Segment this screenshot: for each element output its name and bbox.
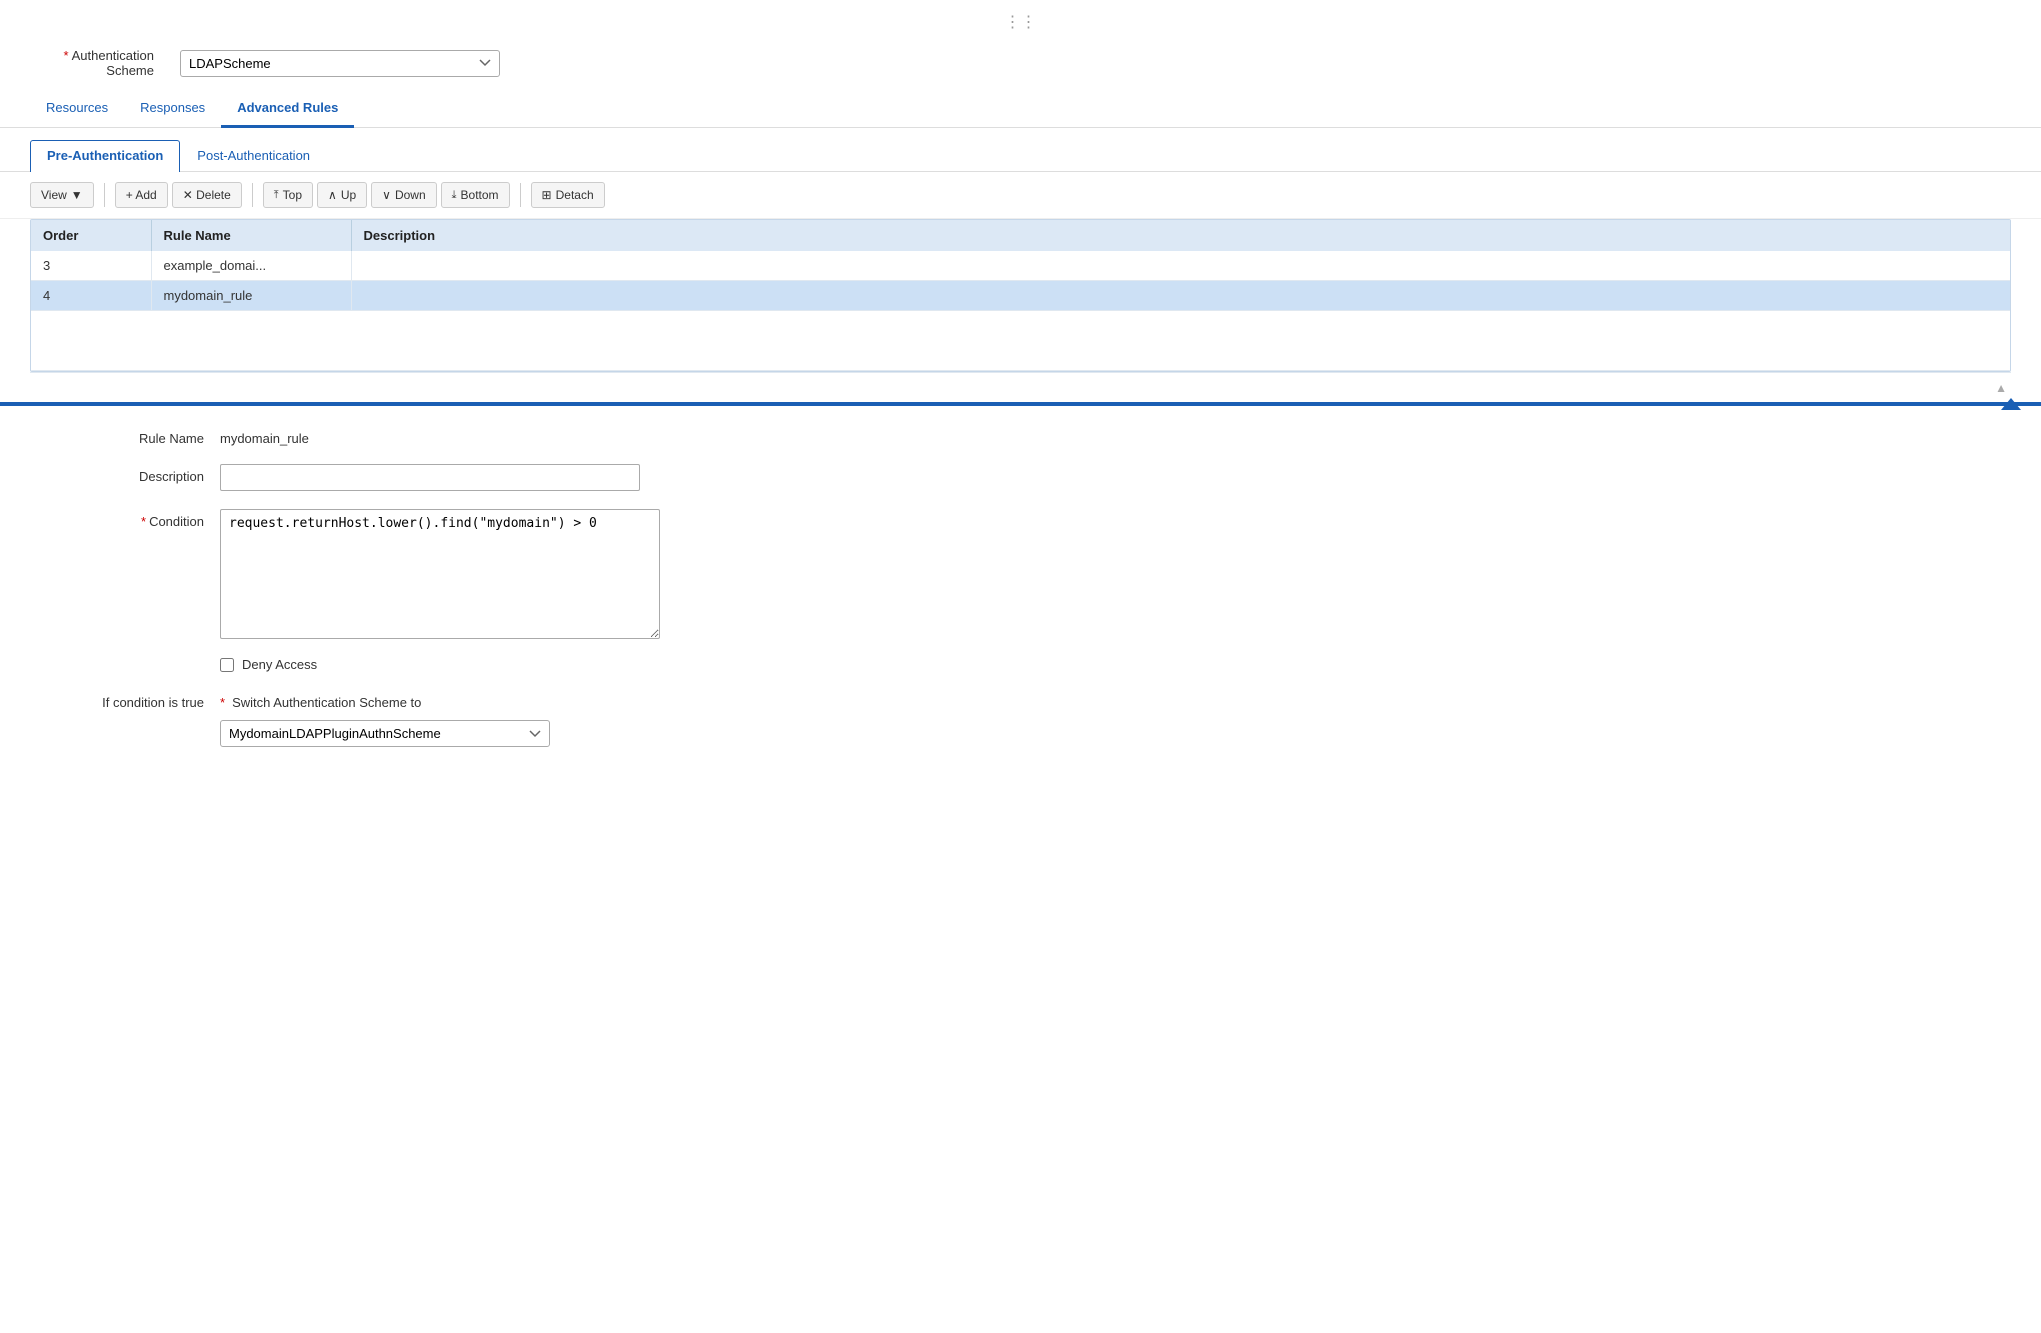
condition-label: *Condition	[60, 509, 220, 529]
tab-post-authentication[interactable]: Post-Authentication	[180, 140, 327, 172]
switch-auth-label: * Switch Authentication Scheme to	[220, 690, 550, 710]
top-label: Top	[283, 188, 302, 202]
condition-required-star: *	[141, 514, 146, 529]
auth-scheme-row: *AuthenticationScheme LDAPScheme	[0, 38, 2041, 92]
detach-icon: ⊞	[542, 188, 552, 202]
tab-resources[interactable]: Resources	[30, 92, 124, 128]
up-label: Up	[341, 188, 356, 202]
view-button[interactable]: View ▼	[30, 182, 94, 208]
sub-tabs: Pre-Authentication Post-Authentication	[0, 140, 2041, 172]
rules-table: Order Rule Name Description 3 example_do…	[31, 220, 2010, 371]
cell-rulename-1: example_domai...	[151, 251, 351, 281]
tab-pre-authentication[interactable]: Pre-Authentication	[30, 140, 180, 172]
switch-auth-select[interactable]: MydomainLDAPPluginAuthnScheme	[220, 720, 550, 747]
add-label: + Add	[126, 188, 157, 202]
bottom-label: Bottom	[461, 188, 499, 202]
condition-row: *Condition request.returnHost.lower().fi…	[60, 509, 1981, 639]
top-button[interactable]: ⤒ Top	[263, 182, 313, 208]
bottom-button[interactable]: ⤓ Bottom	[441, 182, 510, 208]
bottom-icon: ⤓	[452, 189, 457, 202]
detach-button[interactable]: ⊞ Detach	[531, 182, 605, 208]
page-container: ⋮⋮ *AuthenticationScheme LDAPScheme Reso…	[0, 0, 2041, 1333]
detach-label: Detach	[556, 188, 594, 202]
detail-form: Rule Name mydomain_rule Description *Con…	[0, 406, 2041, 791]
deny-access-checkbox[interactable]	[220, 658, 234, 672]
col-header-description: Description	[351, 220, 2010, 251]
rule-name-row: Rule Name mydomain_rule	[60, 426, 1981, 446]
col-header-rulename: Rule Name	[151, 220, 351, 251]
description-label: Description	[60, 464, 220, 484]
tab-advanced-rules[interactable]: Advanced Rules	[221, 92, 354, 128]
required-star: *	[64, 48, 69, 63]
main-tabs: Resources Responses Advanced Rules	[0, 92, 2041, 128]
blue-divider	[0, 402, 2041, 406]
cell-order-1: 3	[31, 251, 151, 281]
down-icon: ∨	[382, 188, 391, 202]
down-button[interactable]: ∨ Down	[371, 182, 436, 208]
view-label: View	[41, 188, 67, 202]
col-header-order: Order	[31, 220, 151, 251]
rule-name-value: mydomain_rule	[220, 426, 309, 446]
cell-desc-2	[351, 281, 2010, 311]
view-dropdown-icon: ▼	[71, 188, 83, 202]
toolbar: View ▼ + Add ✕ Delete ⤒ Top ∧ Up ∨ Down …	[0, 172, 2041, 219]
top-icon: ⤒	[274, 189, 279, 202]
if-condition-section: If condition is true * Switch Authentica…	[60, 690, 1981, 747]
table-row[interactable]: 3 example_domai...	[31, 251, 2010, 281]
deny-access-spacer	[60, 657, 220, 662]
toolbar-separator-3	[520, 183, 521, 207]
up-icon: ∧	[328, 188, 337, 202]
condition-textarea[interactable]: request.returnHost.lower().find("mydomai…	[220, 509, 660, 639]
auth-scheme-label: *AuthenticationScheme	[30, 48, 170, 78]
resize-handle-icon: ▲	[1995, 381, 2007, 395]
switch-auth-required-star: *	[220, 695, 225, 710]
deny-access-row: Deny Access	[60, 657, 1981, 672]
deny-access-label: Deny Access	[242, 657, 317, 672]
tab-responses[interactable]: Responses	[124, 92, 221, 128]
table-row[interactable]: 4 mydomain_rule	[31, 281, 2010, 311]
cell-order-2: 4	[31, 281, 151, 311]
rules-table-container: Order Rule Name Description 3 example_do…	[30, 219, 2011, 372]
cell-desc-1	[351, 251, 2010, 281]
drag-handle: ⋮⋮	[0, 10, 2041, 38]
up-button[interactable]: ∧ Up	[317, 182, 367, 208]
add-button[interactable]: + Add	[115, 182, 168, 208]
toolbar-separator-1	[104, 183, 105, 207]
empty-row	[31, 311, 2010, 371]
resize-area[interactable]: ▲	[30, 372, 2011, 402]
toolbar-separator-2	[252, 183, 253, 207]
auth-scheme-select[interactable]: LDAPScheme	[180, 50, 500, 77]
table-header-row: Order Rule Name Description	[31, 220, 2010, 251]
down-label: Down	[395, 188, 426, 202]
if-condition-content: * Switch Authentication Scheme to Mydoma…	[220, 690, 550, 747]
rule-name-label: Rule Name	[60, 426, 220, 446]
description-row: Description	[60, 464, 1981, 491]
description-input[interactable]	[220, 464, 640, 491]
delete-label: ✕ Delete	[183, 188, 231, 202]
cell-rulename-2: mydomain_rule	[151, 281, 351, 311]
if-condition-label: If condition is true	[60, 690, 220, 710]
delete-button[interactable]: ✕ Delete	[172, 182, 242, 208]
